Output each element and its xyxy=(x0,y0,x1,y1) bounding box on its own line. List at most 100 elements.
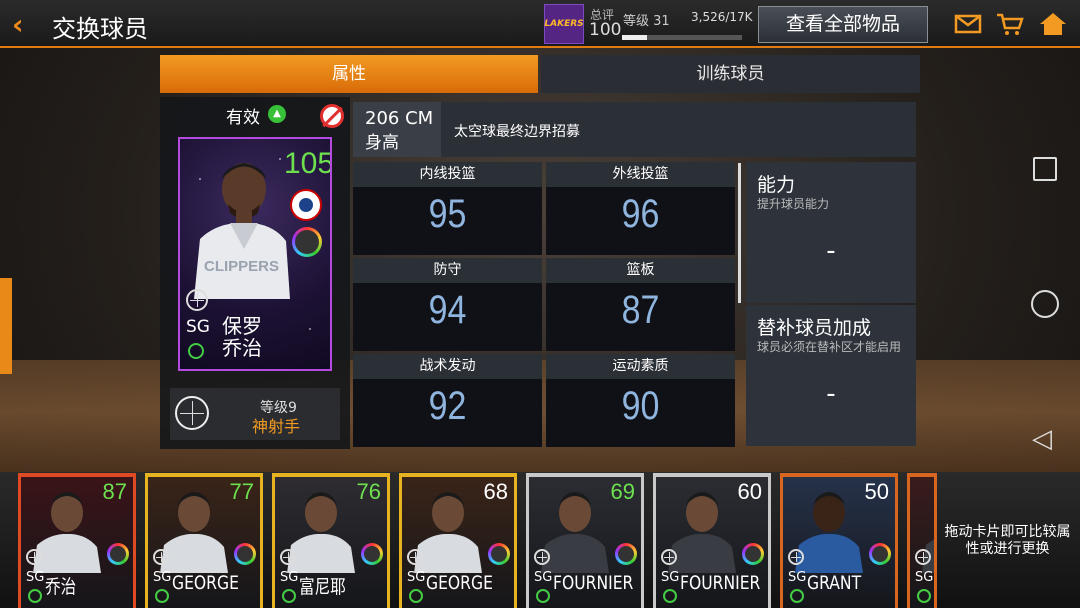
crosshair-icon xyxy=(153,549,169,565)
bench-bonus-title: 替补球员加成 xyxy=(757,317,872,339)
bench-position: SG xyxy=(661,570,680,585)
bench-rating: 60 xyxy=(737,479,762,504)
stat-value: 87 xyxy=(621,288,660,332)
bench-card[interactable]: 77 SG GEORGE xyxy=(145,473,263,608)
crosshair-icon xyxy=(915,549,931,565)
bench-name: FOURNIER xyxy=(680,572,761,594)
crosshair-icon xyxy=(175,396,209,430)
height-label: 身高 xyxy=(365,133,399,153)
bench-rating: 69 xyxy=(610,479,635,504)
side-drawer-handle[interactable] xyxy=(0,278,12,374)
bench-card[interactable]: 68 SG GEORGE xyxy=(399,473,517,608)
bench-card[interactable]: 50 SG GRANT xyxy=(780,473,898,608)
stat-label: 内线投篮 xyxy=(353,162,542,187)
bench-name: FOURNIER xyxy=(553,572,634,594)
stat-label: 外线投篮 xyxy=(546,162,735,187)
bench-position: SG xyxy=(788,570,807,585)
crosshair-icon xyxy=(280,549,296,565)
bench-position: SG xyxy=(915,570,934,585)
team-logo[interactable]: LAKERS xyxy=(544,4,584,44)
bench-card[interactable]: 87 SG 乔治 xyxy=(18,473,136,608)
stat-athleticism: 运动素质 90 xyxy=(546,354,735,447)
level-box: 等级9 神射手 xyxy=(170,388,340,440)
bench-position: SG xyxy=(153,570,172,585)
crosshair-icon xyxy=(407,549,423,565)
player-info-header: 206 CM 身高 太空球最终边界招募 xyxy=(353,102,916,157)
stat-value: 90 xyxy=(621,384,660,428)
back-arrow-icon[interactable]: ‹ xyxy=(12,8,24,41)
green-circle-icon xyxy=(155,589,169,603)
ability-panel[interactable]: 能力 提升球员能力 - xyxy=(746,162,916,303)
card-description: 太空球最终边界招募 xyxy=(454,124,580,140)
height-box: 206 CM 身高 xyxy=(353,102,441,157)
player-rating: 105 xyxy=(284,147,332,180)
bench-card[interactable]: SG xyxy=(907,473,937,608)
bench-bonus-value: - xyxy=(826,379,836,409)
player-card[interactable]: CLIPPERS 105 SG 保罗 乔治 xyxy=(178,137,332,371)
no-sell-icon[interactable] xyxy=(320,104,344,128)
level-title: 神射手 xyxy=(252,417,301,436)
bench-card[interactable]: 60 SG FOURNIER xyxy=(653,473,771,608)
bench-name: GEORGE xyxy=(426,572,493,594)
stat-label: 战术发动 xyxy=(353,354,542,379)
bench-position: SG xyxy=(26,570,45,585)
stat-label: 篮板 xyxy=(546,258,735,283)
back-nav-icon[interactable]: ◁ xyxy=(1032,424,1052,454)
top-bar: ‹ 交换球员 LAKERS 总评 100 等级 31 3,526/17K 查看全… xyxy=(0,0,1080,48)
collection-ring-icon xyxy=(615,543,637,565)
bench-bonus-panel[interactable]: 替补球员加成 球员必须在替补区才能启用 - xyxy=(746,305,916,446)
player-position: SG xyxy=(186,317,210,337)
page-title: 交换球员 xyxy=(52,15,148,43)
ability-title: 能力 xyxy=(757,174,796,196)
collection-ring-icon xyxy=(234,543,256,565)
player-portrait: CLIPPERS xyxy=(194,163,290,299)
scroll-indicator[interactable] xyxy=(738,163,741,303)
team-logo-text: LAKERS xyxy=(544,19,584,29)
crosshair-icon xyxy=(534,549,550,565)
stat-value: 94 xyxy=(428,288,467,332)
bench-name: 乔治 xyxy=(45,576,77,598)
green-circle-icon xyxy=(790,589,804,603)
total-value: 100 xyxy=(589,20,622,40)
green-circle-icon xyxy=(409,589,423,603)
svg-text:CLIPPERS: CLIPPERS xyxy=(204,258,279,275)
recent-apps-icon[interactable] xyxy=(1033,157,1057,181)
stat-inside-shooting: 内线投篮 95 xyxy=(353,162,542,255)
bench-position: SG xyxy=(280,570,299,585)
bench-card[interactable]: 76 SG 富尼耶 xyxy=(272,473,390,608)
stat-value: 92 xyxy=(428,384,467,428)
bench-rating: 87 xyxy=(102,479,127,504)
collection-ring-icon xyxy=(292,227,322,257)
bench-rating: 68 xyxy=(483,479,508,504)
bench-card[interactable]: 69 SG FOURNIER xyxy=(526,473,644,608)
tab-attributes[interactable]: 属性 xyxy=(160,55,538,93)
status-label: 有效 xyxy=(226,108,260,128)
stat-playmaking: 战术发动 92 xyxy=(353,354,542,447)
green-circle-icon xyxy=(663,589,677,603)
bench-bonus-subtitle: 球员必须在替补区才能启用 xyxy=(757,340,902,354)
collection-ring-icon xyxy=(107,543,129,565)
up-arrow-icon: ▲ xyxy=(268,105,286,123)
green-circle-icon xyxy=(28,589,42,603)
ability-subtitle: 提升球员能力 xyxy=(757,197,830,211)
home-nav-icon[interactable] xyxy=(1031,290,1059,318)
collection-ring-icon xyxy=(869,543,891,565)
home-icon[interactable] xyxy=(1039,12,1067,36)
collection-ring-icon xyxy=(361,543,383,565)
green-circle-icon xyxy=(536,589,550,603)
collection-ring-icon xyxy=(742,543,764,565)
bench-position: SG xyxy=(407,570,426,585)
green-circle-icon xyxy=(188,343,204,359)
view-all-items-button[interactable]: 查看全部物品 xyxy=(758,6,928,43)
bench-name: GEORGE xyxy=(172,572,239,594)
bench-name: GRANT xyxy=(807,572,862,594)
bench-rating: 77 xyxy=(229,479,254,504)
crosshair-icon xyxy=(186,289,208,311)
cart-icon[interactable] xyxy=(996,12,1024,36)
tab-train-player[interactable]: 训练球员 xyxy=(541,55,920,93)
mail-icon[interactable] xyxy=(954,12,982,36)
xp-text: 3,526/17K xyxy=(691,10,753,24)
height-value: 206 CM xyxy=(365,108,434,129)
player-name: 保罗 乔治 xyxy=(222,314,262,360)
ability-value: - xyxy=(826,236,836,266)
